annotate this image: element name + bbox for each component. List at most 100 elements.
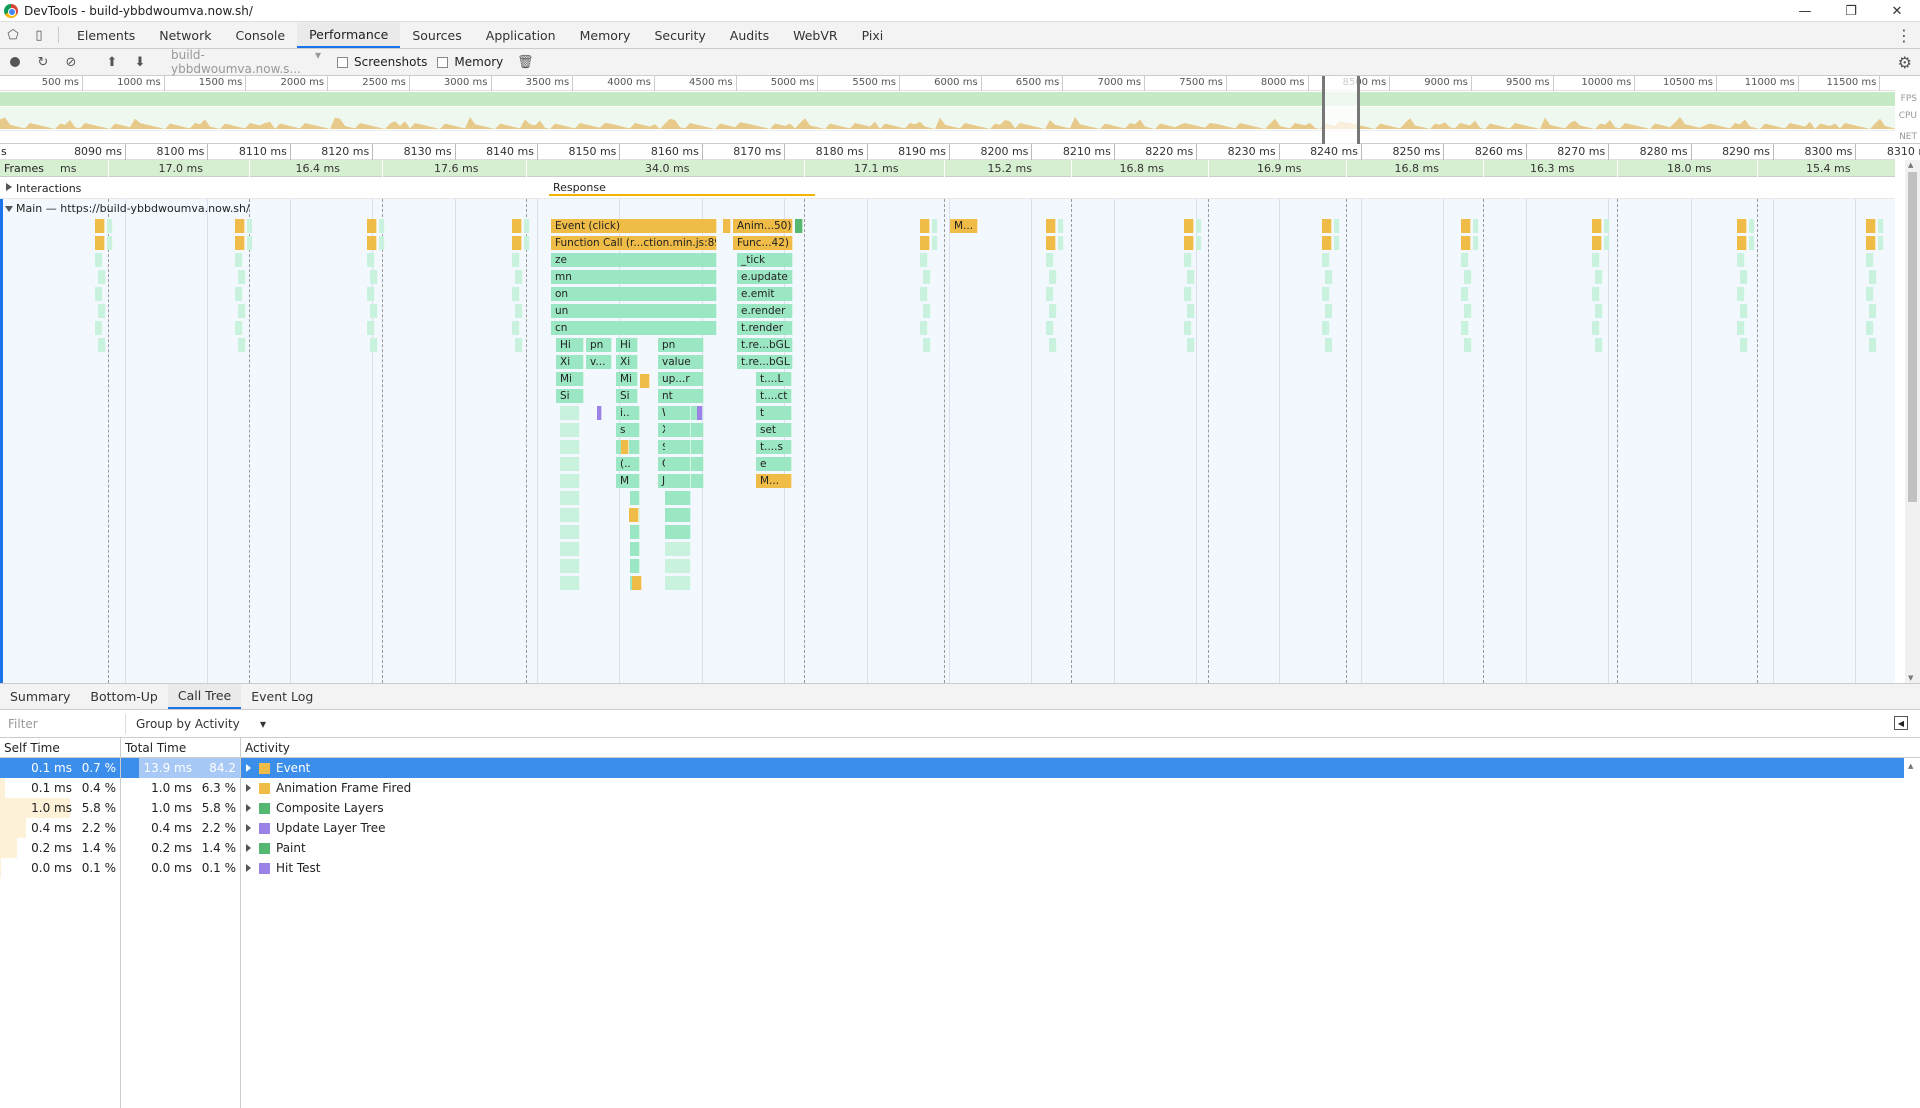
flame-entry[interactable]: mn xyxy=(551,270,717,284)
flame-entry[interactable] xyxy=(629,508,639,522)
flame-entry[interactable] xyxy=(1740,338,1748,352)
tab-network[interactable]: Network xyxy=(147,22,223,48)
tab-security[interactable]: Security xyxy=(642,22,717,48)
flame-entry[interactable] xyxy=(1878,219,1884,233)
flame-entry[interactable] xyxy=(1184,321,1192,335)
table-row[interactable]: 0.0 ms 0.1 % 0.0 ms 0.1 % Hit Test xyxy=(0,858,1904,878)
activity-cell[interactable]: Paint xyxy=(246,838,306,858)
tab-memory[interactable]: Memory xyxy=(568,22,643,48)
flame-entry[interactable] xyxy=(665,559,691,573)
timeline-overview[interactable]: 500 ms 1000 ms 1500 ms 2000 ms 2500 ms 3000 m… xyxy=(0,76,1920,144)
flame-entry[interactable] xyxy=(95,321,103,335)
flame-entry[interactable]: ze xyxy=(551,253,717,267)
flame-entry[interactable] xyxy=(920,287,928,301)
reload-icon[interactable]: ↻ xyxy=(29,55,57,70)
flame-entry[interactable] xyxy=(247,219,253,233)
call-tree-scrollbar[interactable]: ▲ xyxy=(1905,758,1920,1108)
flame-entry[interactable]: Hi xyxy=(616,338,638,352)
tab-event-log[interactable]: Event Log xyxy=(241,684,323,709)
flame-entry[interactable]: cn xyxy=(551,321,717,335)
main-track-header[interactable]: Main — https://build-ybbdwoumva.now.sh/ xyxy=(0,199,1895,219)
flame-entry[interactable]: on xyxy=(551,287,717,301)
flame-entry[interactable]: nt xyxy=(658,389,704,403)
minimize-icon[interactable]: — xyxy=(1782,0,1828,22)
flame-entry[interactable] xyxy=(665,491,691,505)
more-options-icon[interactable]: ⋮ xyxy=(1896,22,1912,49)
flame-entry[interactable] xyxy=(621,440,629,454)
flame-entry[interactable]: t....ct xyxy=(756,389,792,403)
flame-entry[interactable] xyxy=(98,270,106,284)
flame-entry[interactable] xyxy=(512,236,522,250)
flame-entry[interactable] xyxy=(665,576,691,590)
table-row[interactable]: 0.1 ms 0.4 % 1.0 ms 6.3 % Animation Frame Fi… xyxy=(0,778,1904,798)
flame-entry[interactable] xyxy=(920,219,930,233)
flame-entry[interactable] xyxy=(923,270,931,284)
flame-entry[interactable]: t.re...bGL xyxy=(737,338,793,352)
flame-entry[interactable] xyxy=(1184,236,1194,250)
flame-entry[interactable] xyxy=(630,406,640,420)
flame-entry[interactable]: Event (click) xyxy=(551,219,717,233)
flame-entry[interactable] xyxy=(1046,321,1054,335)
screenshots-checkbox[interactable]: Screenshots xyxy=(337,55,427,69)
flame-entry[interactable] xyxy=(515,304,523,318)
flame-entry[interactable] xyxy=(665,508,691,522)
flame-entry[interactable]: un xyxy=(551,304,717,318)
flame-entry[interactable] xyxy=(512,321,520,335)
flame-entry[interactable] xyxy=(1866,321,1874,335)
flame-entry[interactable] xyxy=(1740,270,1748,284)
flame-entry[interactable] xyxy=(920,253,928,267)
flame-entry[interactable] xyxy=(235,236,245,250)
frames-track[interactable]: Frames ms 17.0 ms 16.4 ms 17.6 ms 34.0 ms 17.… xyxy=(0,160,1896,177)
frame-duration[interactable]: 16.8 ms xyxy=(1395,162,1439,175)
flame-entry[interactable] xyxy=(560,525,580,539)
group-by-select[interactable]: Group by Activity ▾ xyxy=(136,717,266,731)
flame-entry[interactable] xyxy=(560,406,580,420)
flame-entry[interactable] xyxy=(1737,287,1745,301)
flame-entry[interactable] xyxy=(560,457,580,471)
flame-entry[interactable] xyxy=(1878,236,1884,250)
flame-entry[interactable]: v... xyxy=(586,355,612,369)
flame-entry[interactable] xyxy=(247,236,253,250)
expand-triangle-icon[interactable] xyxy=(6,183,12,191)
flame-entry[interactable] xyxy=(238,338,246,352)
flame-entry[interactable] xyxy=(665,440,691,454)
flame-entry[interactable] xyxy=(560,423,580,437)
flame-entry[interactable] xyxy=(1604,219,1610,233)
flame-entry[interactable] xyxy=(1595,270,1603,284)
flame-entry[interactable] xyxy=(1049,304,1057,318)
flame-entry[interactable] xyxy=(98,338,106,352)
flame-entry[interactable] xyxy=(235,253,243,267)
flame-entry[interactable] xyxy=(630,491,640,505)
flame-entry[interactable] xyxy=(560,559,580,573)
flame-entry[interactable] xyxy=(1187,304,1195,318)
flame-entry[interactable] xyxy=(107,219,113,233)
tab-call-tree[interactable]: Call Tree xyxy=(167,684,242,709)
flame-entry[interactable] xyxy=(1184,287,1192,301)
flame-entry[interactable] xyxy=(630,559,640,573)
scroll-up-icon[interactable]: ▲ xyxy=(1908,161,1913,169)
flame-entry[interactable]: Si xyxy=(556,389,584,403)
flame-entry[interactable] xyxy=(630,525,640,539)
flame-entry[interactable] xyxy=(1473,236,1479,250)
flame-entry[interactable] xyxy=(1196,219,1202,233)
scroll-up-icon[interactable]: ▲ xyxy=(1908,762,1913,770)
frame-duration[interactable]: 17.1 ms xyxy=(854,162,898,175)
flame-entry[interactable] xyxy=(1325,304,1333,318)
table-row[interactable]: 0.1 ms 0.7 % 13.9 ms 84.2 % Event xyxy=(0,758,1904,795)
tab-webvr[interactable]: WebVR xyxy=(781,22,850,48)
flame-entry[interactable] xyxy=(1058,219,1064,233)
total-time-header[interactable]: Total Time xyxy=(121,738,241,758)
flame-entry[interactable] xyxy=(560,508,580,522)
flame-entry[interactable] xyxy=(1866,287,1874,301)
flame-entry[interactable] xyxy=(98,304,106,318)
flame-entry[interactable] xyxy=(1866,236,1876,250)
flame-entry[interactable] xyxy=(512,219,522,233)
tab-sources[interactable]: Sources xyxy=(400,22,473,48)
table-row[interactable]: 1.0 ms 5.8 % 1.0 ms 5.8 % Composite Layers xyxy=(0,798,1904,818)
flame-entry[interactable] xyxy=(1866,219,1876,233)
flame-entry[interactable]: M... xyxy=(756,474,792,488)
flame-entry[interactable]: _tick xyxy=(737,253,793,267)
flame-entry[interactable] xyxy=(1737,219,1747,233)
flame-entry[interactable] xyxy=(665,525,691,539)
flame-entry[interactable]: Anim...50) xyxy=(733,219,793,233)
